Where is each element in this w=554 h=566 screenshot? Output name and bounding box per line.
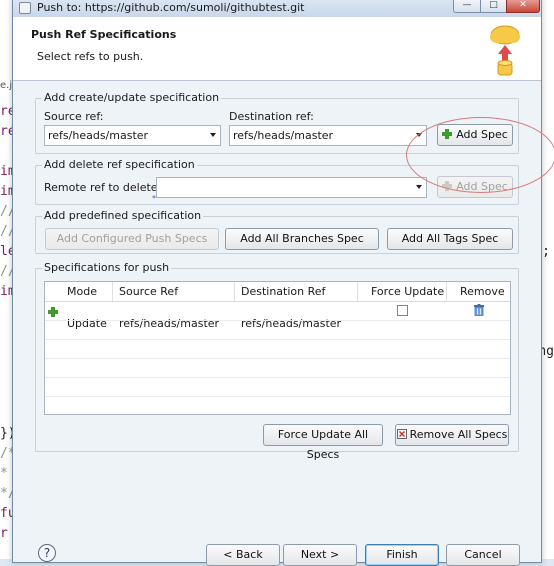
- source-ref-value: refs/heads/master: [48, 129, 149, 142]
- code-line: *: [0, 466, 8, 481]
- divider: [45, 320, 510, 321]
- code-line: ;: [542, 244, 550, 259]
- title-bar: Push to: https://github.com/sumoli/githu…: [13, 0, 541, 17]
- push-specs-table: Mode Source Ref Destination Ref Force Up…: [44, 281, 511, 415]
- add-icon: [48, 307, 58, 317]
- force-update-all-specs-button[interactable]: Force Update All Specs: [263, 424, 383, 461]
- trash-icon[interactable]: [474, 304, 484, 316]
- remove-all-specs-button[interactable]: Remove All Specs: [395, 424, 509, 446]
- back-button[interactable]: < Back: [206, 544, 280, 566]
- code-line: r: [0, 526, 8, 541]
- annotation-ellipse: [406, 117, 554, 193]
- push-dialog: Push to: https://github.com/sumoli/githu…: [12, 0, 554, 566]
- group-label: Specifications for push: [42, 261, 172, 274]
- window-title: Push to: https://github.com/sumoli/githu…: [37, 1, 305, 14]
- wizard-header: Push Ref Specifications Select refs to p…: [13, 17, 541, 81]
- force-update-checkbox[interactable]: [397, 305, 408, 316]
- column-header-source-ref[interactable]: Source Ref: [113, 282, 235, 301]
- column-header-remove[interactable]: Remove: [447, 282, 512, 301]
- app-icon: [19, 2, 31, 14]
- remote-ref-combo[interactable]: [156, 177, 427, 198]
- group-label: Add delete ref specification: [42, 158, 197, 171]
- table-row[interactable]: Update refs/heads/master refs/heads/mast…: [45, 301, 512, 330]
- remote-ref-label: Remote ref to delete:: [44, 181, 162, 194]
- destination-ref-value: refs/heads/master: [233, 129, 334, 142]
- finish-button[interactable]: Finish: [365, 544, 439, 566]
- chevron-down-icon: [210, 133, 216, 137]
- cancel-button[interactable]: Cancel: [446, 544, 520, 566]
- help-icon[interactable]: ?: [38, 544, 56, 562]
- page-subtitle: Select refs to push.: [37, 50, 144, 63]
- group-label: Add create/update specification: [42, 91, 222, 104]
- add-all-branches-spec-button[interactable]: Add All Branches Spec: [225, 228, 379, 250]
- divider: [45, 358, 510, 359]
- next-button[interactable]: Next >: [283, 544, 357, 566]
- remove-icon: [396, 429, 407, 439]
- maximize-button[interactable]: □: [480, 0, 507, 13]
- content-assist-marker: *: [152, 194, 156, 203]
- minimize-button[interactable]: —: [453, 0, 481, 13]
- column-header-force-update[interactable]: Force Update: [358, 282, 447, 301]
- row-source-ref: refs/heads/master: [119, 317, 220, 330]
- source-ref-combo[interactable]: refs/heads/master: [44, 125, 221, 146]
- chevron-down-icon: [416, 185, 422, 189]
- remove-all-specs-label: Remove All Specs: [409, 428, 508, 441]
- group-label: Add predefined specification: [42, 209, 204, 222]
- add-configured-push-specs-button[interactable]: Add Configured Push Specs: [45, 228, 219, 250]
- divider: [45, 339, 510, 340]
- source-ref-label: Source ref:: [44, 110, 104, 123]
- destination-ref-label: Destination ref:: [229, 110, 314, 123]
- row-mode: Update: [67, 317, 107, 330]
- close-button[interactable]: ✕: [506, 0, 540, 13]
- page-title: Push Ref Specifications: [31, 28, 177, 41]
- column-header-destination-ref[interactable]: Destination Ref: [235, 282, 358, 301]
- add-all-tags-spec-button[interactable]: Add All Tags Spec: [387, 228, 513, 250]
- column-header-mode[interactable]: Mode: [45, 282, 113, 301]
- row-destination-ref: refs/heads/master: [241, 317, 342, 330]
- divider: [45, 377, 510, 378]
- destination-ref-combo[interactable]: refs/heads/master: [229, 125, 427, 146]
- cloud-upload-icon: [490, 25, 520, 76]
- divider: [45, 396, 510, 397]
